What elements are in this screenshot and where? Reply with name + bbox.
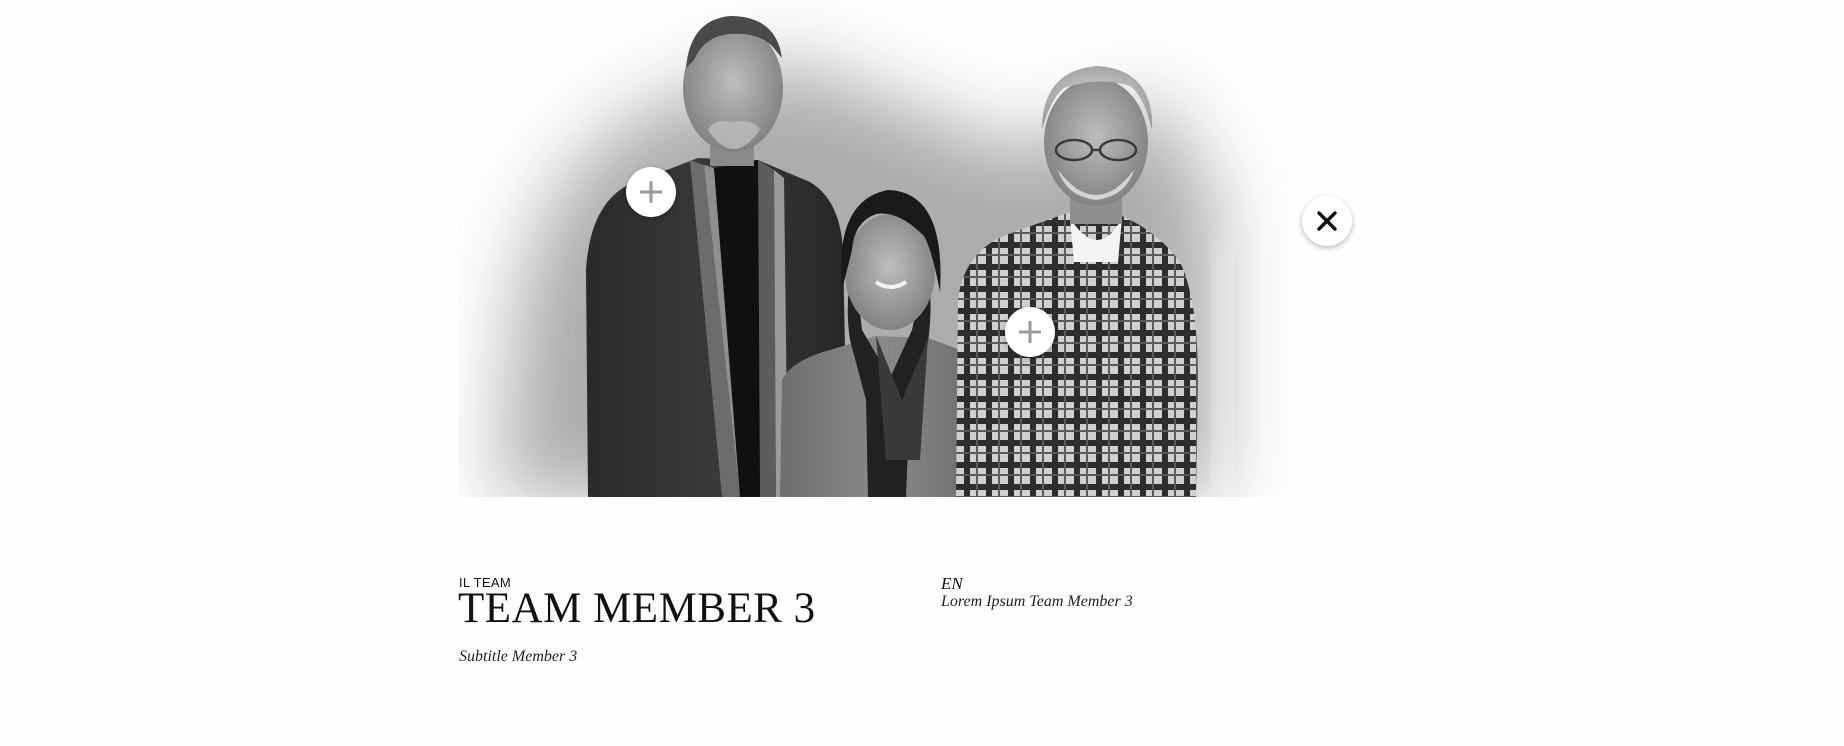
hotspot-plus-button[interactable]: [1005, 307, 1055, 357]
plus-icon: [640, 181, 662, 203]
member-title: TEAM MEMBER 3: [458, 585, 816, 632]
team-page: IL TEAM TEAM MEMBER 3 Subtitle Member 3 …: [0, 0, 1844, 746]
team-photo: [458, 0, 1423, 497]
hotspot-close-button[interactable]: [1302, 196, 1352, 246]
language-label: EN: [941, 574, 963, 593]
close-icon: [1317, 211, 1337, 231]
hotspot-plus-button[interactable]: [626, 167, 676, 217]
plus-icon: [1019, 321, 1041, 343]
member-subtitle: Subtitle Member 3: [459, 648, 578, 665]
member-bio: Lorem Ipsum Team Member 3: [941, 593, 1133, 610]
